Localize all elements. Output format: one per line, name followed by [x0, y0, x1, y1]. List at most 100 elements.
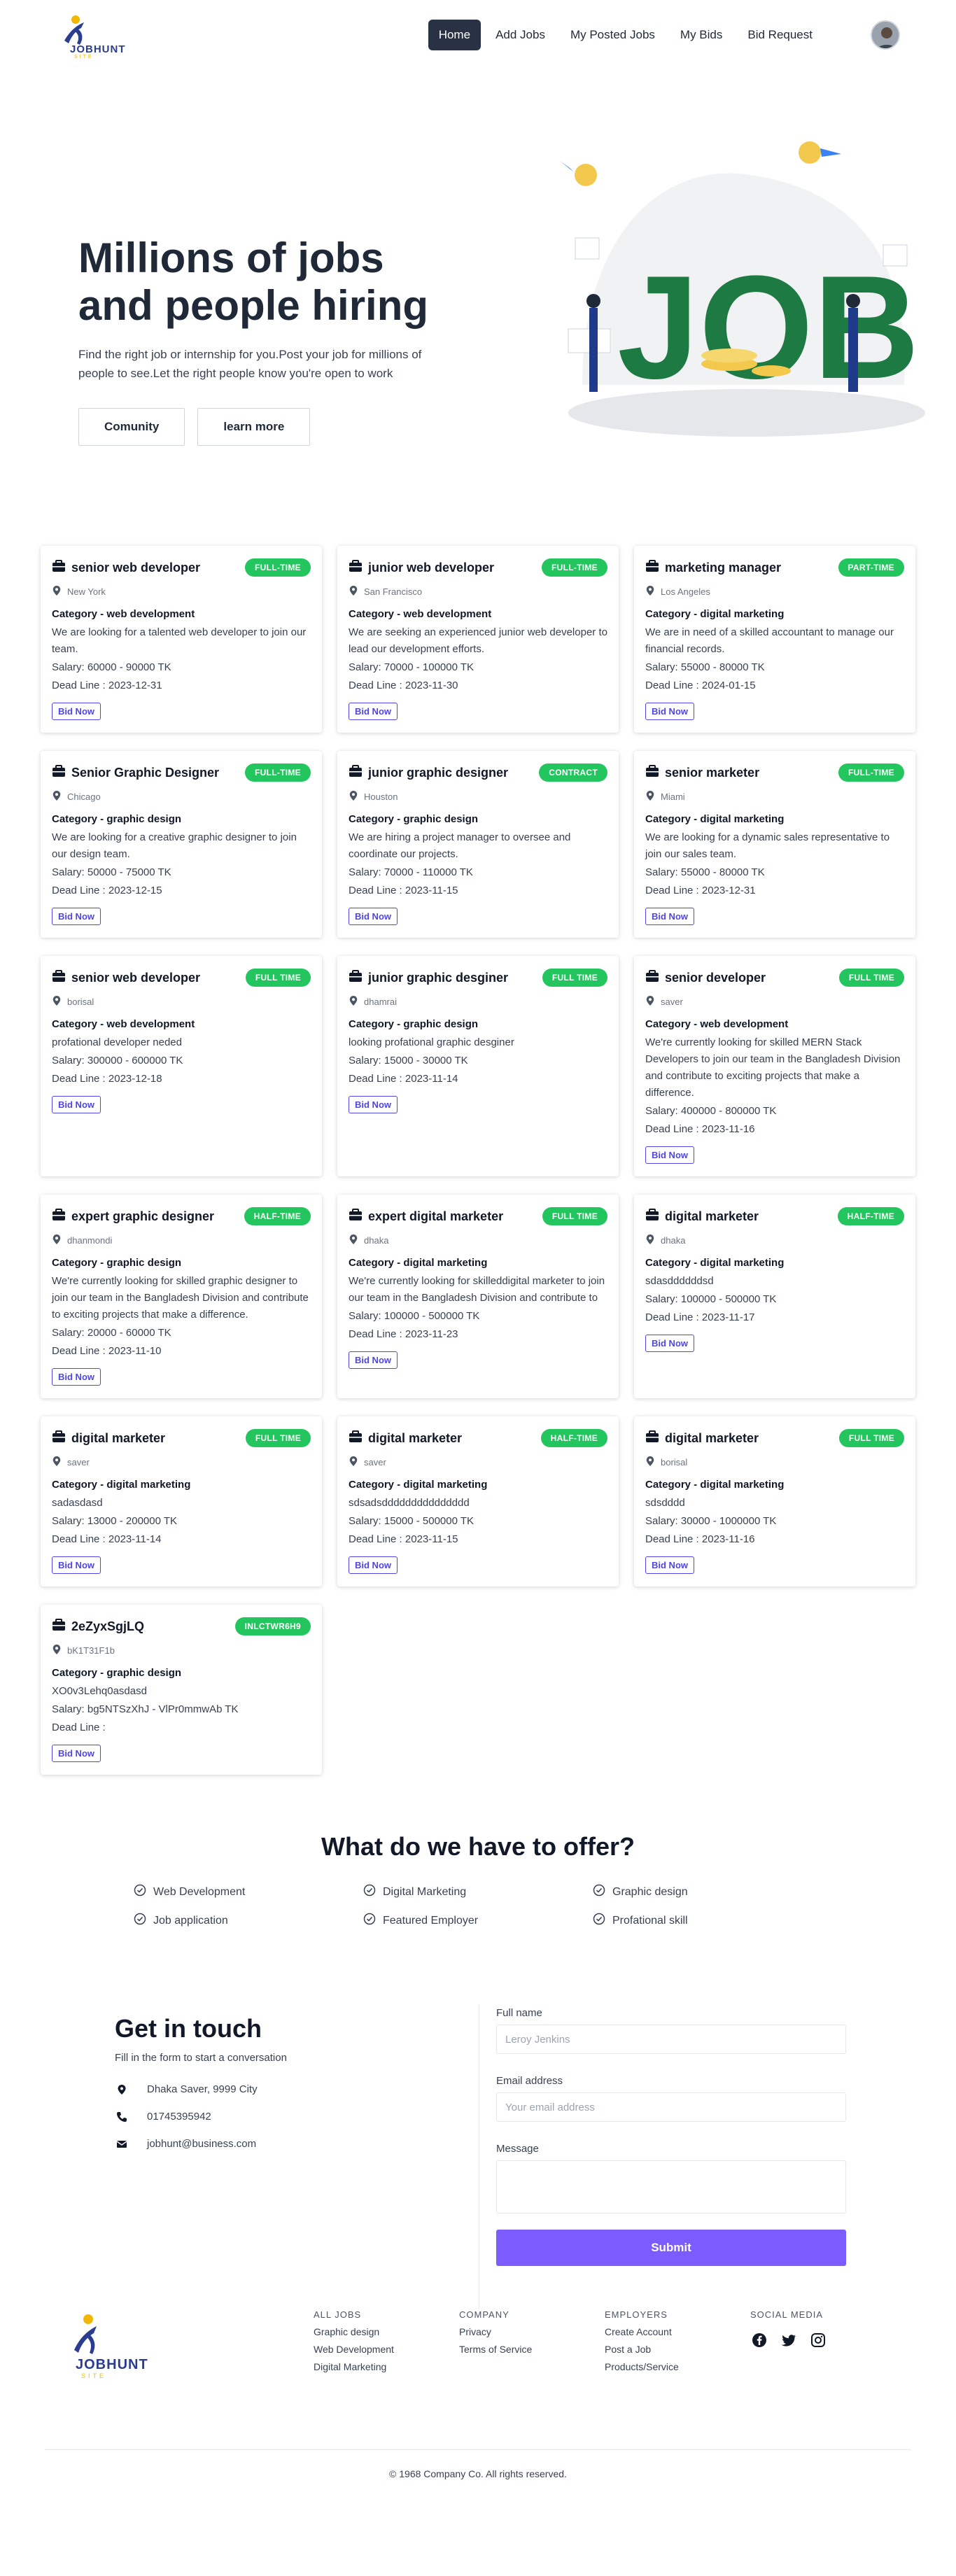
job-title: junior web developer	[368, 560, 495, 575]
footer-link[interactable]: Web Development	[314, 2344, 459, 2355]
bid-now-button[interactable]: Bid Now	[349, 1556, 398, 1574]
message-textarea[interactable]	[496, 2160, 846, 2213]
footer-link[interactable]: Graphic design	[314, 2326, 459, 2337]
job-type-badge: FULL TIME	[245, 1429, 311, 1447]
job-card: junior graphic desginer FULL TIME dhamrai C…	[337, 956, 619, 1176]
offer-item: Profational skill	[593, 1913, 822, 1929]
bid-now-button[interactable]: Bid Now	[52, 1745, 101, 1762]
job-title: digital marketer	[71, 1430, 166, 1445]
footer-link[interactable]: Privacy	[459, 2326, 605, 2337]
job-location: New York	[67, 586, 106, 597]
footer-logo[interactable]: JOBHUNT SITE	[60, 2309, 314, 2449]
bid-now-button[interactable]: Bid Now	[645, 1556, 694, 1574]
bid-now-button[interactable]: Bid Now	[52, 1556, 101, 1574]
learn-more-button[interactable]: learn more	[197, 408, 311, 446]
email-input[interactable]	[496, 2092, 846, 2122]
bid-now-button[interactable]: Bid Now	[52, 908, 101, 925]
job-description: We are looking for a dynamic sales repre…	[645, 831, 890, 860]
job-deadline: Dead Line : 2023-11-15	[349, 1533, 458, 1545]
job-salary: Salary: 55000 - 80000 TK	[645, 866, 765, 878]
briefcase-icon	[52, 969, 66, 986]
job-location: saver	[661, 997, 683, 1007]
briefcase-icon	[52, 559, 66, 576]
footer-col-all-jobs: ALL JOBS Graphic design Web Development …	[314, 2309, 459, 2449]
footer-link[interactable]: Post a Job	[605, 2344, 750, 2355]
hero-description: Find the right job or internship for you…	[78, 348, 422, 380]
job-type-badge: FULL TIME	[245, 969, 311, 987]
job-salary: Salary: 60000 - 90000 TK	[52, 661, 171, 673]
phone-icon	[117, 2111, 127, 2122]
job-card: junior web developer FULL-TIME San Francis…	[337, 546, 619, 733]
bid-now-button[interactable]: Bid Now	[52, 703, 101, 720]
job-location: Miami	[661, 791, 685, 802]
footer-col-title: SOCIAL MEDIA	[750, 2309, 823, 2320]
bid-now-button[interactable]: Bid Now	[645, 1335, 694, 1352]
instagram-icon[interactable]	[809, 2331, 827, 2349]
bid-now-button[interactable]: Bid Now	[349, 1096, 398, 1113]
job-category: Category - web development	[52, 608, 195, 620]
job-card: Senior Graphic Designer FULL-TIME Chicago C…	[41, 751, 322, 938]
bid-now-button[interactable]: Bid Now	[645, 908, 694, 925]
job-salary: Salary: 300000 - 600000 TK	[52, 1055, 183, 1067]
twitter-icon[interactable]	[780, 2331, 798, 2349]
nav-home[interactable]: Home	[428, 20, 481, 50]
footer-col-social: SOCIAL MEDIA	[750, 2309, 896, 2449]
nav-my-posted-jobs[interactable]: My Posted Jobs	[560, 20, 666, 50]
footer-link[interactable]: Create Account	[605, 2326, 750, 2337]
bid-now-button[interactable]: Bid Now	[349, 908, 398, 925]
job-category: Category - web development	[52, 1018, 195, 1030]
location-pin-icon	[349, 995, 358, 1008]
footer-col-title: ALL JOBS	[314, 2309, 362, 2320]
offer-item-label: Job application	[153, 1914, 228, 1927]
location-pin-icon	[645, 585, 655, 598]
user-avatar[interactable]	[871, 20, 900, 50]
nav-my-bids[interactable]: My Bids	[670, 20, 733, 50]
bid-now-button[interactable]: Bid Now	[52, 1096, 101, 1113]
footer-link[interactable]: Products/Service	[605, 2361, 750, 2372]
job-deadline: Dead Line : 2023-11-15	[349, 885, 458, 896]
community-button[interactable]: Comunity	[78, 408, 185, 446]
job-type-badge: HALF-TIME	[540, 1429, 607, 1447]
footer-brand-name: JOBHUNT	[76, 2357, 148, 2372]
facebook-icon[interactable]	[750, 2331, 768, 2349]
job-location: dhaka	[364, 1235, 389, 1246]
job-salary: Salary: 55000 - 80000 TK	[645, 661, 765, 673]
nav-add-jobs[interactable]: Add Jobs	[485, 20, 556, 50]
bid-now-button[interactable]: Bid Now	[645, 703, 694, 720]
footer-col-title: COMPANY	[459, 2309, 509, 2320]
bid-now-button[interactable]: Bid Now	[645, 1146, 694, 1164]
footer-logo-icon	[74, 2314, 97, 2354]
job-description: We are seeking an experienced junior web…	[349, 626, 607, 655]
job-category: Category - web development	[349, 608, 492, 620]
job-title: expert digital marketer	[368, 1209, 504, 1223]
full-name-input[interactable]	[496, 2025, 846, 2054]
footer-link[interactable]: Terms of Service	[459, 2344, 605, 2355]
briefcase-icon	[52, 1430, 66, 1447]
bid-now-button[interactable]: Bid Now	[349, 1351, 398, 1369]
job-title: senior web developer	[71, 560, 201, 575]
nav-bid-request[interactable]: Bid Request	[737, 20, 823, 50]
job-deadline: Dead Line : 2023-11-16	[645, 1123, 755, 1135]
footer-link[interactable]: Digital Marketing	[314, 2361, 459, 2372]
briefcase-icon	[645, 764, 659, 781]
bid-now-button[interactable]: Bid Now	[52, 1368, 101, 1386]
bid-now-button[interactable]: Bid Now	[349, 703, 398, 720]
job-location: dhamrai	[364, 997, 397, 1007]
brand-logo[interactable]: JOBHUNT SITE	[56, 10, 133, 60]
job-type-badge: CONTRACT	[539, 763, 607, 782]
job-type-badge: INlCTWR6H9	[234, 1617, 311, 1635]
offer-item-label: Digital Marketing	[383, 1885, 467, 1898]
job-card: digital marketer HALF-TIME dhaka Category -…	[634, 1195, 915, 1398]
location-pin-icon	[645, 995, 655, 1008]
location-pin-icon	[52, 1644, 62, 1657]
job-deadline: Dead Line : 2023-11-10	[52, 1345, 162, 1357]
job-card: expert digital marketer FULL TIME dhaka Cat…	[337, 1195, 619, 1398]
phone-text: 01745395942	[147, 2111, 211, 2123]
job-card: digital marketer FULL TIME borisal Category…	[634, 1416, 915, 1586]
job-deadline: Dead Line : 2023-12-31	[645, 885, 756, 896]
check-circle-icon	[363, 1884, 376, 1900]
job-salary: Salary: 15000 - 500000 TK	[349, 1515, 475, 1527]
offer-item-label: Graphic design	[612, 1885, 688, 1898]
submit-button[interactable]: Submit	[496, 2230, 846, 2266]
job-category: Category - digital marketing	[645, 1257, 785, 1269]
